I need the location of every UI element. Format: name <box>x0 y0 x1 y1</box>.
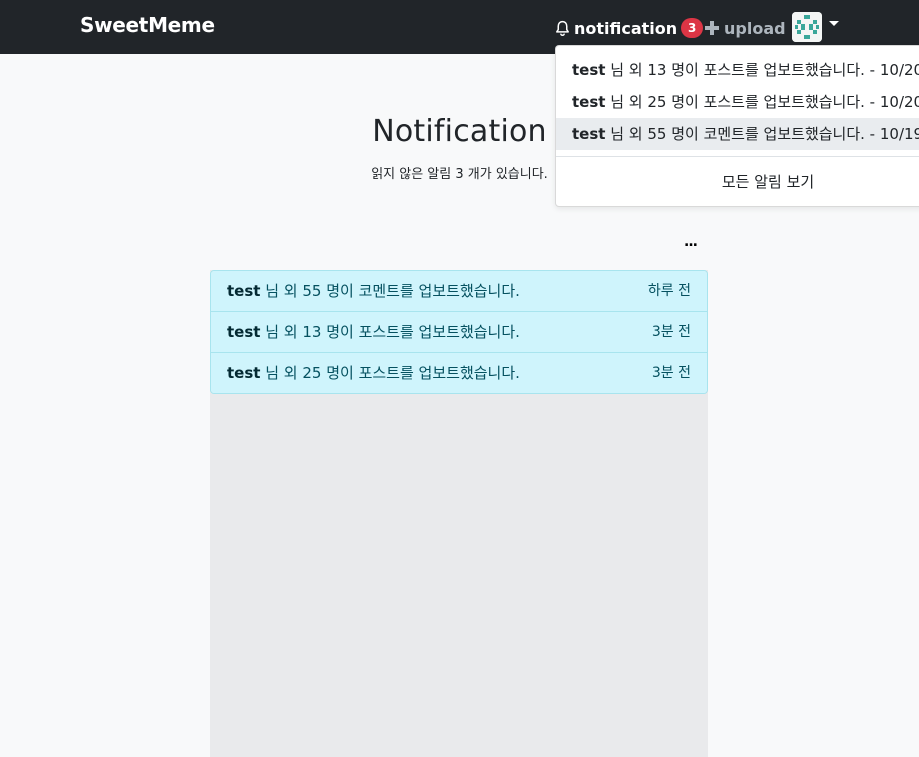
notification-count-badge: 3 <box>681 18 704 38</box>
dropdown-item-message: 님 외 55 명이 코멘트를 업보트했습니다. - 10/19 <box>605 125 919 143</box>
notification-message: 님 외 13 명이 포스트를 업보트했습니다. <box>260 323 520 341</box>
caret-down-icon[interactable] <box>829 21 839 26</box>
upload-nav-link[interactable]: upload <box>704 16 786 40</box>
dropdown-item-user: test <box>572 61 606 79</box>
identicon-avatar-icon <box>792 12 822 42</box>
brand-logo[interactable]: SweetMeme <box>80 13 215 37</box>
notification-user: test <box>227 282 261 300</box>
notification-dropdown: test 님 외 13 명이 포스트를 업보트했습니다. - 10/20 tes… <box>555 45 919 207</box>
notification-message: 님 외 55 명이 코멘트를 업보트했습니다. <box>260 282 520 300</box>
notification-text: test 님 외 55 명이 코멘트를 업보트했습니다. <box>227 271 520 312</box>
user-avatar[interactable] <box>792 12 822 42</box>
dropdown-notification-item[interactable]: test 님 외 13 명이 포스트를 업보트했습니다. - 10/20 <box>556 54 919 86</box>
notification-time: 3분 전 <box>651 365 691 381</box>
plus-icon <box>705 21 719 35</box>
notification-text: test 님 외 13 명이 포스트를 업보트했습니다. <box>227 312 520 353</box>
notification-list-item[interactable]: test 님 외 25 명이 포스트를 업보트했습니다. 3분 전 <box>211 353 707 393</box>
notification-list: test 님 외 55 명이 코멘트를 업보트했습니다. 하루 전 test 님… <box>210 270 708 394</box>
dropdown-divider <box>556 156 919 157</box>
notification-user: test <box>227 323 261 341</box>
notification-label: notification <box>574 18 678 38</box>
bell-icon <box>556 20 569 36</box>
upload-label: upload <box>724 18 786 38</box>
notification-nav-link[interactable]: notification 3 <box>554 16 704 40</box>
dropdown-notification-item[interactable]: test 님 외 25 명이 포스트를 업보트했습니다. - 10/20 <box>556 86 919 118</box>
notification-time: 3분 전 <box>651 324 691 340</box>
dropdown-item-user: test <box>572 125 606 143</box>
dropdown-item-message: 님 외 13 명이 포스트를 업보트했습니다. - 10/20 <box>605 61 919 79</box>
dropdown-item-user: test <box>572 93 606 111</box>
notification-user: test <box>227 364 261 382</box>
dropdown-item-message: 님 외 25 명이 포스트를 업보트했습니다. - 10/20 <box>605 93 919 111</box>
more-options-button[interactable]: ... <box>684 234 698 250</box>
notification-message: 님 외 25 명이 포스트를 업보트했습니다. <box>260 364 520 382</box>
notification-list-item[interactable]: test 님 외 13 명이 포스트를 업보트했습니다. 3분 전 <box>211 312 707 353</box>
dropdown-notification-item[interactable]: test 님 외 55 명이 코멘트를 업보트했습니다. - 10/19 <box>556 118 919 150</box>
notification-time: 하루 전 <box>647 283 691 299</box>
notification-text: test 님 외 25 명이 포스트를 업보트했습니다. <box>227 353 520 393</box>
view-all-notifications-link[interactable]: 모든 알림 보기 <box>556 166 919 198</box>
notification-list-item[interactable]: test 님 외 55 명이 코멘트를 업보트했습니다. 하루 전 <box>211 271 707 312</box>
